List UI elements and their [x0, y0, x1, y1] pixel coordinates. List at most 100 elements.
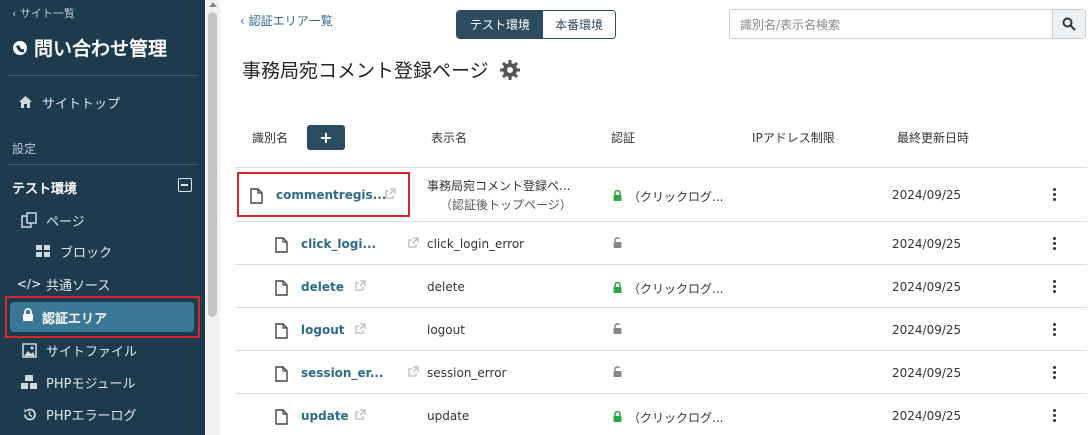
document-icon: [275, 237, 288, 257]
row-auth: [613, 366, 622, 380]
row-auth: [613, 237, 622, 251]
row-ident-link[interactable]: logout: [301, 323, 344, 337]
row-ident-link[interactable]: update: [301, 409, 349, 423]
breadcrumb[interactable]: ‹ 認証エリア一覧: [240, 12, 333, 29]
sidebar-item-label: ページ: [46, 214, 85, 230]
row-auth: （クリックログ...: [613, 280, 723, 297]
table-row[interactable]: click_logi... click_login_error 2024/09/25: [235, 221, 1087, 264]
pages-icon: [20, 211, 38, 229]
document-icon: [275, 366, 288, 386]
row-menu-icon[interactable]: [1053, 280, 1057, 293]
sidebar-scrollbar[interactable]: [205, 0, 220, 435]
gear-icon[interactable]: [499, 59, 521, 81]
external-link-icon[interactable]: [354, 280, 366, 294]
lock-icon: [613, 281, 622, 296]
row-display-name: session_error: [427, 366, 507, 380]
env-label: テスト環境: [12, 182, 78, 197]
table-row[interactable]: update update （クリックログ... 2024/09/25: [235, 393, 1087, 435]
back-to-sites-link[interactable]: ‹ サイト一覧: [12, 5, 75, 21]
row-auth-label: （クリックログ...: [628, 190, 724, 204]
sidebar: ‹ サイト一覧 問い合わせ管理 サイトトップ 設定 テスト環境 ページ ブロック…: [0, 0, 205, 435]
globe-icon: [13, 40, 27, 55]
collapse-icon[interactable]: [178, 178, 192, 192]
row-auth-label: （クリックログ...: [628, 282, 724, 296]
add-button[interactable]: +: [307, 125, 345, 150]
page-title: 事務局宛コメント登録ページ: [242, 60, 489, 82]
lock-icon: [613, 189, 622, 204]
sidebar-item-common-source[interactable]: </> 共通ソース: [0, 270, 205, 298]
row-display-name: 事務局宛コメント登録ペ...: [427, 179, 571, 193]
sidebar-item-blocks[interactable]: ブロック: [0, 237, 205, 265]
row-auth-label: （クリックログ...: [628, 411, 724, 425]
sidebar-item-site-top[interactable]: サイトトップ: [0, 88, 205, 116]
scrollbar-thumb[interactable]: [208, 12, 217, 317]
cubes-icon: [20, 373, 38, 391]
home-icon: [16, 93, 34, 111]
row-updated: 2024/09/25: [892, 188, 962, 202]
sidebar-divider: [8, 164, 198, 165]
row-updated: 2024/09/25: [892, 323, 962, 337]
sidebar-item-pages[interactable]: ページ: [0, 206, 205, 234]
row-menu-icon[interactable]: [1053, 188, 1057, 201]
external-link-icon[interactable]: [354, 409, 366, 423]
table-row[interactable]: session_er... session_error 2024/09/25: [235, 350, 1087, 393]
document-icon: [275, 323, 288, 343]
column-header-auth: 認証: [611, 131, 636, 145]
sidebar-item-php-modules[interactable]: PHPモジュール: [0, 368, 205, 396]
page-title-wrap: 事務局宛コメント登録ページ: [242, 56, 521, 83]
lock-icon: [613, 410, 622, 425]
external-link-icon[interactable]: [354, 323, 366, 337]
sidebar-item-label: PHPエラーログ: [46, 408, 137, 424]
image-icon: [20, 341, 38, 359]
external-link-icon[interactable]: [408, 237, 419, 251]
site-title-text: 問い合わせ管理: [34, 38, 168, 60]
env-toggle: テスト環境 本番環境: [456, 10, 616, 39]
column-header-ip: IPアドレス制限: [752, 131, 835, 145]
env-test-button[interactable]: テスト環境: [457, 11, 543, 38]
env-prod-button[interactable]: 本番環境: [543, 11, 615, 38]
row-updated: 2024/09/25: [892, 409, 962, 423]
sidebar-item-label: PHPモジュール: [46, 376, 136, 392]
site-title: 問い合わせ管理: [12, 34, 167, 61]
sidebar-item-label: サイトトップ: [42, 96, 121, 112]
sidebar-item-label: 共通ソース: [46, 278, 111, 294]
row-ident-link[interactable]: click_logi...: [301, 237, 376, 251]
search-icon: [1062, 17, 1076, 31]
row-display-subtitle: （認証後トップページ）: [440, 198, 572, 212]
search-input[interactable]: 識別名/表示名検索: [729, 9, 1053, 39]
sidebar-divider: [8, 75, 198, 76]
column-header-display: 表示名: [431, 131, 468, 145]
row-menu-icon[interactable]: [1053, 237, 1057, 250]
external-link-icon[interactable]: [408, 366, 419, 380]
sidebar-item-site-files[interactable]: サイトファイル: [0, 336, 205, 364]
sidebar-item-label: ブロック: [60, 245, 113, 261]
row-updated: 2024/09/25: [892, 366, 962, 380]
table-row[interactable]: logout logout 2024/09/25: [235, 307, 1087, 350]
history-icon: [20, 405, 38, 423]
block-icon: [34, 242, 52, 260]
column-header-updated: 最終更新日時: [897, 131, 970, 145]
row-menu-icon[interactable]: [1053, 409, 1057, 422]
row-auth: （クリックログ...: [613, 409, 723, 426]
document-icon: [275, 280, 288, 300]
row-ident-link[interactable]: session_er...: [301, 366, 384, 380]
row-updated: 2024/09/25: [892, 280, 962, 294]
settings-section-label: 設定: [12, 142, 37, 156]
document-icon: [275, 409, 288, 429]
code-icon: </>: [16, 277, 42, 291]
row-ident-link[interactable]: delete: [301, 280, 344, 294]
highlight-box: [5, 296, 200, 338]
row-menu-icon[interactable]: [1053, 366, 1057, 379]
sidebar-item-php-error-log[interactable]: PHPエラーログ: [0, 400, 205, 428]
row-display-name: delete: [427, 280, 465, 294]
table-row[interactable]: delete delete （クリックログ... 2024/09/25: [235, 264, 1087, 307]
unlock-icon: [613, 237, 622, 251]
unlock-icon: [613, 323, 622, 337]
row-auth: （クリックログ...: [613, 188, 723, 205]
row-updated: 2024/09/25: [892, 237, 962, 251]
row-display-name: logout: [427, 323, 465, 337]
column-header-ident: 識別名: [252, 131, 289, 145]
search-button[interactable]: [1052, 9, 1086, 39]
scroll-up-arrow-icon[interactable]: [209, 2, 217, 7]
row-menu-icon[interactable]: [1053, 323, 1057, 336]
